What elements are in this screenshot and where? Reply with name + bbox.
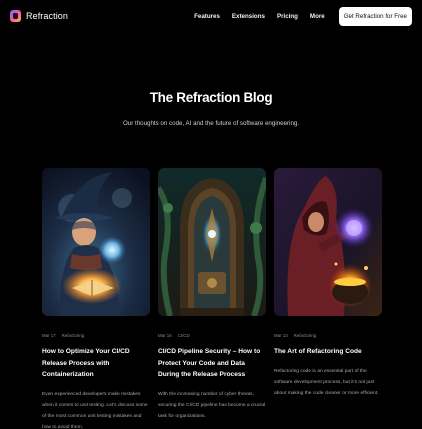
brand[interactable]: Refraction <box>10 10 68 22</box>
post-title[interactable]: How to Optimize Your CI/CD Release Proce… <box>42 346 150 381</box>
post-date: Mar 13 <box>274 333 288 338</box>
post-image-ornate-door[interactable] <box>158 168 266 316</box>
nav-link-more[interactable]: More <box>310 13 325 20</box>
get-refraction-button[interactable]: Get Refraction for Free <box>338 6 412 26</box>
brand-name: Refraction <box>26 11 69 21</box>
post-meta: Mar 17 Refactoring <box>42 333 150 338</box>
post-excerpt: Even experienced developers make mistake… <box>42 391 148 429</box>
post-category[interactable]: Refactoring <box>294 333 316 338</box>
post-meta: Mar 16 CI/CD <box>158 333 266 338</box>
post-category[interactable]: Refactoring <box>62 333 84 338</box>
blog-card[interactable]: Mar 13 Refactoring The Art of Refactorin… <box>274 168 382 406</box>
post-image-sorceress-orb[interactable] <box>274 168 382 316</box>
blog-card[interactable]: Mar 17 Refactoring How to Optimize Your … <box>42 168 150 429</box>
post-category[interactable]: CI/CD <box>178 333 190 338</box>
refraction-logo-icon <box>10 10 21 22</box>
post-meta: Mar 13 Refactoring <box>274 333 382 338</box>
page-title: The Refraction Blog <box>149 90 273 105</box>
post-excerpt: Refactoring code is an essential part of… <box>274 368 379 396</box>
blog-card[interactable]: Mar 16 CI/CD CI/CD Pipeline Security – H… <box>158 168 266 429</box>
post-excerpt: With the increasing number of cyber thre… <box>158 391 266 419</box>
post-image-wizard-book[interactable] <box>42 168 150 316</box>
post-date: Mar 17 <box>42 333 56 338</box>
post-title[interactable]: CI/CD Pipeline Security – How to Protect… <box>158 346 266 381</box>
nav-links: Features Extensions Pricing More Get Ref… <box>194 6 412 26</box>
post-date: Mar 16 <box>158 333 172 338</box>
nav-link-extensions[interactable]: Extensions <box>232 13 265 20</box>
nav-link-pricing[interactable]: Pricing <box>277 13 298 20</box>
nav-link-features[interactable]: Features <box>194 13 220 20</box>
top-nav: Refraction Features Extensions Pricing M… <box>0 0 422 32</box>
page-subtitle: Our thoughts on code, AI and the future … <box>122 120 300 127</box>
post-title[interactable]: The Art of Refactoring Code <box>274 346 382 358</box>
